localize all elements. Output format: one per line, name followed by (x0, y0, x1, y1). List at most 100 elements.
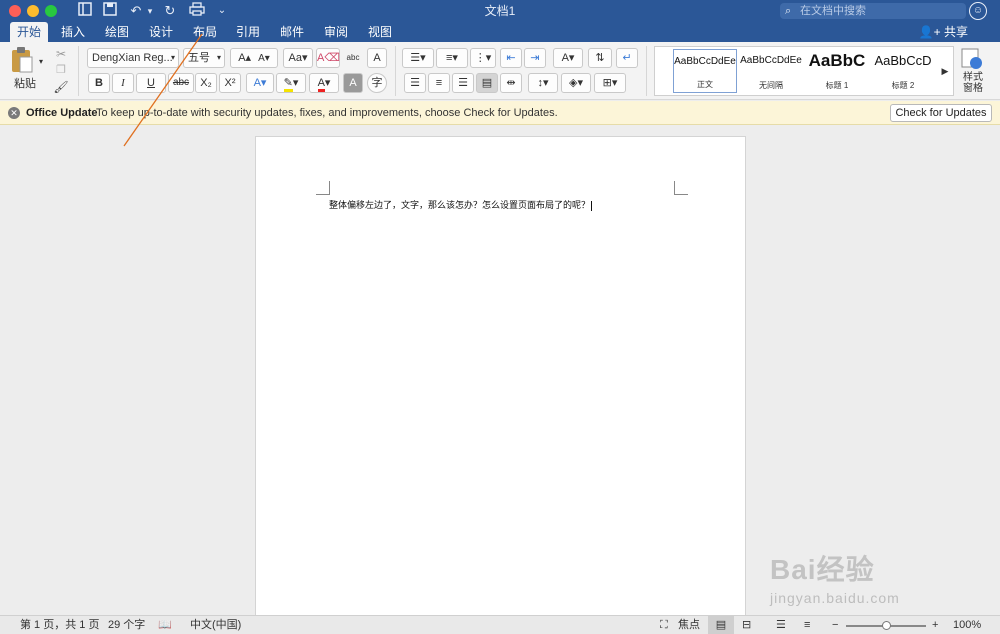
change-case-icon[interactable]: Aa▾ (283, 48, 313, 68)
feedback-smiley-icon[interactable]: ☺ (969, 2, 987, 20)
sort-icon[interactable]: ⇅ (588, 48, 612, 68)
tab-references[interactable]: 引用 (230, 22, 266, 42)
style-heading-2[interactable]: AaBbCcD 标题 2 (871, 49, 935, 93)
tab-home[interactable]: 开始 (10, 22, 48, 42)
style-preview: AaBbCcDdEe (674, 56, 736, 67)
zoom-out-button[interactable]: − (832, 616, 838, 634)
check-for-updates-button[interactable]: Check for Updates (890, 104, 992, 122)
tab-review[interactable]: 审阅 (318, 22, 354, 42)
message-text: To keep up-to-date with security updates… (96, 107, 558, 119)
strikethrough-button[interactable]: abc (168, 73, 194, 93)
character-shading-icon[interactable]: A (343, 73, 363, 93)
format-painter-icon[interactable]: 🖌 (52, 77, 70, 97)
gallery-more-icon[interactable]: ▶ (939, 61, 951, 81)
show-formatting-icon[interactable]: ↵ (616, 48, 638, 68)
undo-dropdown-icon[interactable]: ▾ (145, 2, 155, 20)
style-heading-1[interactable]: AaBbC 标题 1 (805, 49, 869, 93)
distributed-icon[interactable]: ⇹ (500, 73, 522, 93)
tab-mailings[interactable]: 邮件 (274, 22, 310, 42)
superscript-button[interactable]: X² (219, 73, 241, 93)
decrease-indent-icon[interactable]: ⇤ (500, 48, 522, 68)
line-spacing-icon[interactable]: ↕▾ (528, 73, 558, 93)
borders-icon[interactable]: ⊞▾ (594, 73, 626, 93)
word-count[interactable]: 29 个字 (108, 616, 145, 634)
font-size-value: 五号 (188, 52, 210, 64)
phonetic-guide-icon[interactable]: abc (342, 48, 364, 68)
styles-pane-label[interactable]: 样式 窗格 (956, 72, 990, 96)
title-bar: ↶ ▾ ↻ ⌄ 文档1 ⌕ 在文档中搜索 ☺ (0, 0, 1000, 22)
italic-button[interactable]: I (112, 73, 134, 93)
underline-button[interactable]: U (136, 73, 166, 93)
enclose-characters-icon[interactable]: 字 (367, 73, 387, 93)
bold-button[interactable]: B (88, 73, 110, 93)
font-size-select[interactable]: 五号 ▾ (183, 48, 225, 68)
zoom-slider-thumb[interactable] (882, 621, 891, 630)
clear-formatting-icon[interactable]: A⌫ (316, 48, 340, 68)
text-effects-icon[interactable]: A▾ (246, 73, 274, 93)
share-button[interactable]: 👤+ 共享 (919, 22, 968, 42)
numbering-icon[interactable]: ≡▾ (436, 48, 468, 68)
office-update-bar: ✕ Office Update To keep up-to-date with … (0, 101, 1000, 125)
document-canvas: 整体偏移左边了，文字，那么该怎办？怎么设置页面布局了的呢？ (0, 126, 1000, 616)
font-color-icon[interactable]: A▾ (309, 73, 339, 93)
search-input[interactable]: ⌕ 在文档中搜索 (780, 3, 966, 19)
style-normal[interactable]: AaBbCcDdEe 正文 (673, 49, 737, 93)
tab-design[interactable]: 设计 (143, 22, 179, 42)
search-icon: ⌕ (785, 5, 792, 17)
save-icon[interactable] (102, 2, 118, 20)
redo-icon[interactable]: ↻ (162, 2, 178, 20)
separator (646, 46, 647, 96)
styles-pane-icon[interactable] (960, 48, 986, 70)
highlight-color-icon[interactable]: ✎▾ (276, 73, 306, 93)
justify-icon[interactable]: ▤ (476, 73, 498, 93)
close-icon[interactable]: ✕ (8, 107, 20, 119)
style-name: 正文 (697, 80, 713, 89)
tab-insert[interactable]: 插入 (55, 22, 91, 42)
character-border-icon[interactable]: A (367, 48, 387, 68)
zoom-level[interactable]: 100% (953, 616, 981, 634)
margin-corner-mark (316, 181, 330, 195)
align-right-icon[interactable]: ☰ (452, 73, 474, 93)
style-no-spacing[interactable]: AaBbCcDdEe 无间隔 (739, 49, 803, 93)
focus-mode-label[interactable]: 焦点 (678, 616, 700, 634)
customize-toolbar-icon[interactable]: ⌄ (216, 2, 228, 20)
web-layout-view-icon[interactable]: ⊟ (742, 616, 751, 634)
align-left-icon[interactable]: ☰ (404, 73, 426, 93)
style-preview: AaBbCcDdEe (740, 55, 802, 66)
paste-dropdown-icon[interactable]: ▾ (36, 52, 46, 72)
page-count[interactable]: 第 1 页，共 1 页 (20, 616, 99, 634)
tab-draw[interactable]: 绘图 (99, 22, 135, 42)
outline-view-icon[interactable]: ☰ (776, 616, 786, 634)
asian-layout-icon[interactable]: A▾ (553, 48, 583, 68)
font-name-select[interactable]: DengXian Reg... ▾ (87, 48, 179, 68)
print-icon[interactable] (188, 2, 206, 20)
focus-mode-icon[interactable]: ⛶ (660, 616, 668, 634)
grow-font-icon[interactable]: A▴ (238, 52, 251, 64)
search-placeholder: 在文档中搜索 (800, 5, 866, 17)
draft-view-icon[interactable]: ≡ (804, 616, 810, 634)
shading-icon[interactable]: ◈▾ (561, 73, 591, 93)
multilevel-list-icon[interactable]: ⋮▾ (470, 48, 496, 68)
language-indicator[interactable]: 中文(中国) (190, 616, 241, 634)
close-window-button[interactable] (9, 5, 21, 17)
shrink-font-icon[interactable]: A▾ (258, 53, 270, 64)
style-preview: AaBbC (808, 51, 866, 70)
subscript-button[interactable]: X₂ (195, 73, 217, 93)
proofing-icon[interactable]: 📖 (158, 616, 172, 634)
undo-icon[interactable]: ↶ (128, 2, 144, 20)
bullets-icon[interactable]: ☰▾ (402, 48, 434, 68)
increase-indent-icon[interactable]: ⇥ (524, 48, 546, 68)
sidebar-toggle-icon[interactable] (77, 2, 93, 20)
print-layout-view-icon[interactable]: ▤ (708, 616, 734, 634)
paste-label[interactable]: 粘贴 (8, 74, 42, 94)
document-page[interactable]: 整体偏移左边了，文字，那么该怎办？怎么设置页面布局了的呢？ (255, 136, 746, 616)
document-body-text[interactable]: 整体偏移左边了，文字，那么该怎办？怎么设置页面布局了的呢？ (329, 198, 593, 211)
minimize-window-button[interactable] (27, 5, 39, 17)
zoom-window-button[interactable] (45, 5, 57, 17)
align-center-icon[interactable]: ≡ (428, 73, 450, 93)
paste-icon[interactable] (10, 46, 34, 74)
tab-layout[interactable]: 布局 (187, 22, 223, 42)
zoom-in-button[interactable]: + (932, 616, 938, 634)
ribbon: ▾ 粘贴 ✂ ❐ 🖌 DengXian Reg... ▾ 五号 ▾ A▴ A▾ … (0, 42, 1000, 100)
tab-view[interactable]: 视图 (362, 22, 398, 42)
